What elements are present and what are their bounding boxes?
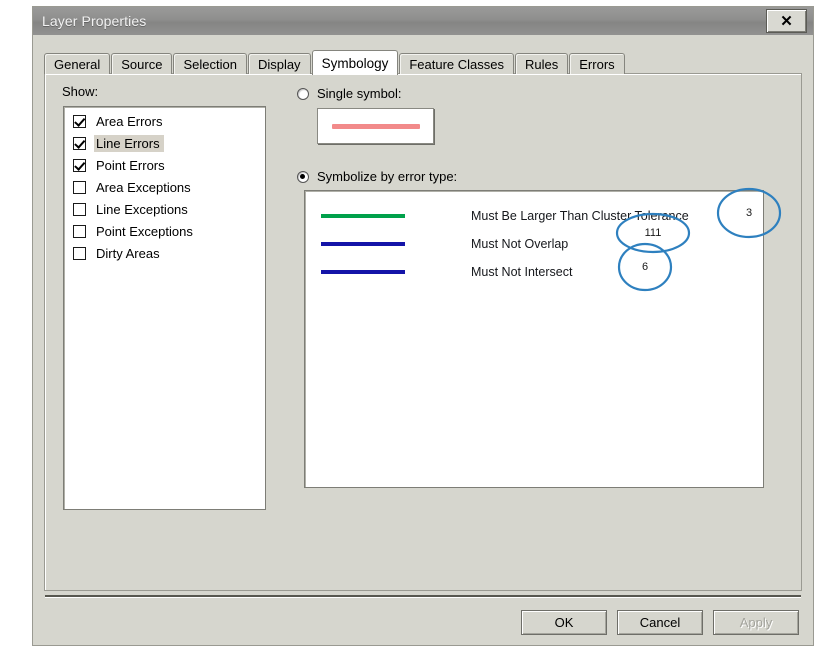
footer-separator [45,595,801,597]
show-item-label: Line Errors [94,134,164,152]
symbol-line-swatch [331,123,420,129]
show-item-label: Dirty Areas [96,245,160,261]
symbol-row-label: Must Be Larger Than Cluster Tolerance [471,209,689,223]
tab-source[interactable]: Source [111,53,173,74]
close-icon[interactable]: ✕ [766,9,807,33]
show-item-point-exceptions[interactable]: Point Exceptions [64,220,265,242]
radio-single-symbol-label: Single symbol: [317,86,402,101]
show-item-area-errors[interactable]: Area Errors [64,110,265,132]
dialog-body: General Source Selection Display Symbolo… [33,35,813,645]
apply-button: Apply [713,610,799,635]
symbol-row-label: Must Not Overlap [471,237,569,251]
checkbox-unchecked-icon[interactable] [73,202,86,216]
show-item-point-errors[interactable]: Point Errors [64,154,265,176]
show-item-line-errors[interactable]: Line Errors [64,132,265,154]
tab-symbology[interactable]: Symbology [311,50,399,75]
tab-feature-classes[interactable]: Feature Classes [399,53,515,74]
symbol-row-must-be-larger-than-cluster-tolerance[interactable]: Must Be Larger Than Cluster Tolerance [305,202,763,230]
show-item-label: Line Exceptions [96,201,188,217]
line-symbol-green [321,214,405,218]
radio-symbolize-by-error-type[interactable]: Symbolize by error type: [297,169,457,184]
show-label: Show: [62,84,99,99]
radio-single-symbol[interactable]: Single symbol: [297,86,402,101]
show-list[interactable]: Area Errors Line Errors Point Errors Are… [63,106,266,510]
single-symbol-preview-button[interactable] [317,108,434,144]
show-item-label: Point Exceptions [96,223,193,239]
tab-strip: General Source Selection Display Symbolo… [44,50,802,75]
show-item-label: Point Errors [96,157,165,173]
checkbox-unchecked-icon[interactable] [73,246,86,260]
radio-by-error-type-label: Symbolize by error type: [317,169,458,184]
error-type-symbol-list[interactable]: Must Be Larger Than Cluster Tolerance Mu… [304,187,782,488]
radio-selected-icon[interactable] [297,170,309,183]
checkbox-checked-icon[interactable] [73,136,86,150]
symbol-row-must-not-overlap[interactable]: Must Not Overlap [305,230,763,258]
ok-button[interactable]: OK [521,610,607,635]
line-symbol-blue [321,270,405,274]
checkbox-unchecked-icon[interactable] [73,180,86,194]
show-item-area-exceptions[interactable]: Area Exceptions [64,176,265,198]
symbol-row-label: Must Not Intersect [471,265,573,279]
tab-rules[interactable]: Rules [515,53,569,74]
layer-properties-dialog: Layer Properties ✕ General Source Select… [32,6,814,646]
symbology-tab-panel: Show: Area Errors Line Errors Point Erro… [44,73,802,591]
show-item-label: Area Errors [96,113,163,129]
line-symbol-blue [321,242,405,246]
checkbox-checked-icon[interactable] [73,158,86,172]
show-item-dirty-areas[interactable]: Dirty Areas [64,242,265,264]
checkbox-unchecked-icon[interactable] [73,224,86,238]
tab-general[interactable]: General [44,53,111,74]
tab-errors[interactable]: Errors [569,53,625,74]
title-bar: Layer Properties ✕ [33,7,813,35]
dialog-footer: OK Cancel Apply [521,610,799,635]
show-item-label: Area Exceptions [96,179,191,195]
radio-unselected-icon[interactable] [297,87,309,100]
tab-selection[interactable]: Selection [173,53,247,74]
tab-display[interactable]: Display [247,53,311,74]
cancel-button[interactable]: Cancel [617,610,703,635]
show-item-line-exceptions[interactable]: Line Exceptions [64,198,265,220]
checkbox-checked-icon[interactable] [73,114,86,128]
symbol-row-must-not-intersect[interactable]: Must Not Intersect [305,258,763,286]
window-title: Layer Properties [42,13,147,29]
